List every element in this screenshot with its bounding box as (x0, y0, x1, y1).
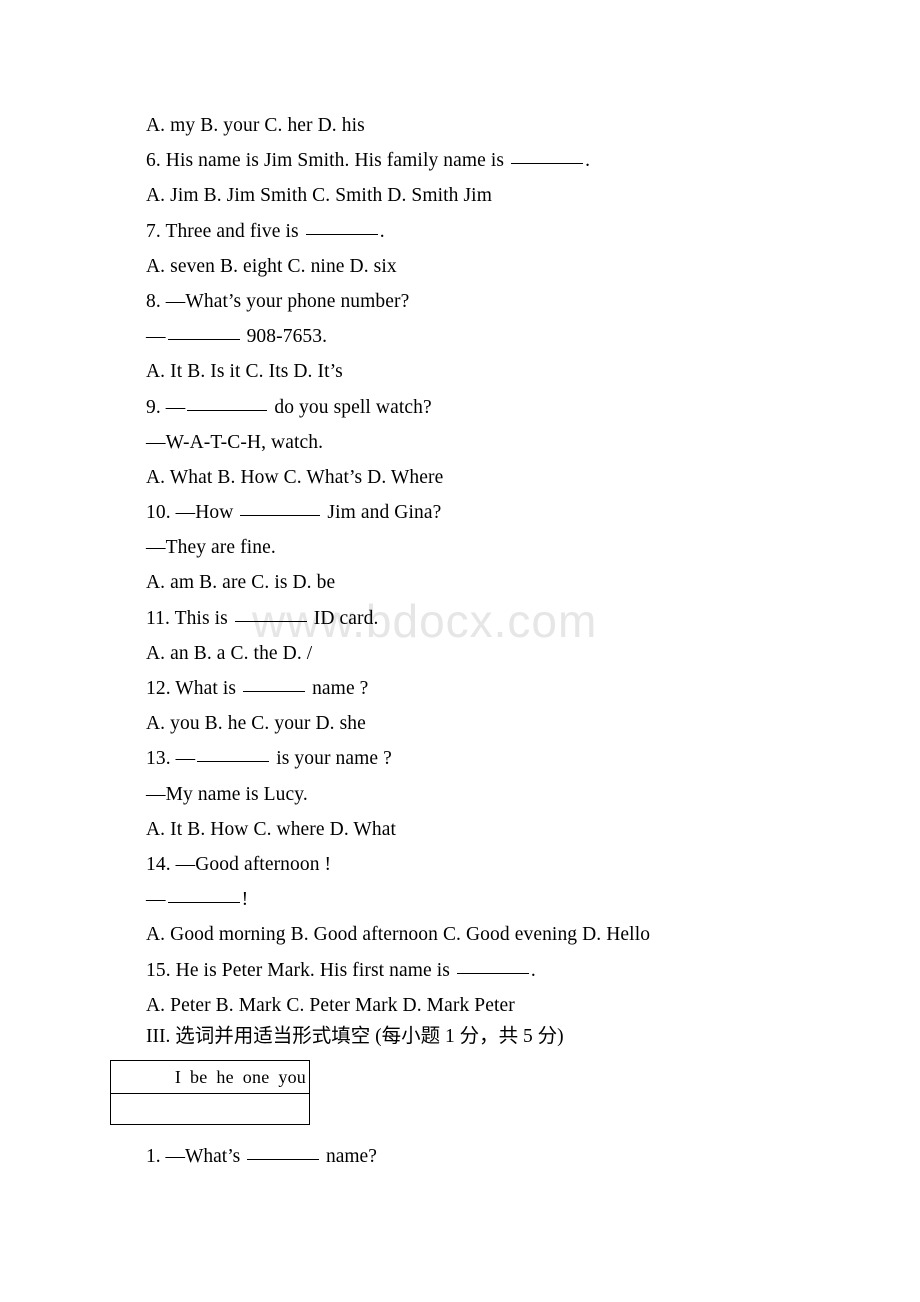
line-text: — (146, 326, 166, 348)
answer-blank (187, 409, 268, 411)
line-q13-stem: 13. — is your name ? (146, 741, 886, 776)
word-bank-word: I (174, 1066, 182, 1087)
line-q8-stem: 8. —What’s your phone number? (146, 290, 410, 312)
line-q8-options: A. It B. Is it C. Its D. It’s (146, 361, 343, 383)
answer-blank (167, 902, 240, 904)
line-q12-options: A. you B. he C. your D. she (146, 713, 366, 735)
answer-blank (247, 1159, 320, 1160)
line-q11-stem: 11. This is ID card. (146, 601, 886, 636)
line-text: 908-7653. (241, 326, 328, 348)
answer-blank (197, 761, 270, 763)
answer-blank (167, 339, 240, 341)
word-bank-word: one (242, 1066, 270, 1087)
line-q8-answer: — 908-7653. (146, 319, 886, 354)
line-text: . (379, 220, 385, 242)
fill-blank-question-1: 1. —What’s name? (146, 1141, 377, 1173)
line-q14-answer: —! (146, 882, 886, 917)
line-q10-answer: —They are fine. (146, 537, 276, 559)
line-text: 15. He is Peter Mark. His first name is (146, 959, 455, 981)
line-text: 6. His name is Jim Smith. His family nam… (146, 150, 510, 172)
line-text: 13. — (146, 748, 196, 770)
line-text: ID card. (308, 607, 379, 629)
answer-blank (240, 515, 321, 517)
line-q13-answer: —My name is Lucy. (146, 783, 308, 805)
line-q6-stem: 6. His name is Jim Smith. His family nam… (146, 143, 886, 178)
line-q15-options: A. Peter B. Mark C. Peter Mark D. Mark P… (146, 994, 515, 1016)
line-text: 7. Three and five is (146, 220, 304, 242)
line-text: . (585, 150, 591, 172)
line-text: ! (241, 889, 249, 911)
line-q15-stem: 15. He is Peter Mark. His first name is … (146, 953, 886, 988)
line-q7-stem: 7. Three and five is . (146, 214, 886, 249)
line-text: name? (321, 1146, 377, 1167)
line-q5-options: A. my B. your C. her D. his (146, 115, 365, 136)
line-text: is your name ? (271, 748, 392, 770)
line-text: do you spell watch? (269, 396, 432, 418)
line-q12-stem: 12. What is name ? (146, 671, 886, 706)
word-bank-words-cell: Ibe he one you (110, 1060, 310, 1094)
word-bank-row-empty (110, 1093, 310, 1125)
line-text: 12. What is (146, 678, 242, 699)
answer-blank (456, 972, 529, 974)
line-text: 9. — (146, 396, 186, 418)
section-heading-iii: III. 选词并用适当形式填空 (每小题 1 分，共 5 分) (146, 1026, 564, 1047)
word-bank-table: Ibe he one you (110, 1060, 310, 1125)
line-q14-stem: 14. —Good afternoon ! (146, 853, 332, 875)
line-text: 11. This is (146, 607, 233, 629)
line-q11-options: A. an B. a C. the D. / (146, 642, 313, 664)
line-q10-options: A. am B. are C. is D. be (146, 572, 336, 594)
line-q10-stem: 10. —How Jim and Gina? (146, 495, 886, 530)
question-list: A. my B. your C. her D. his 6. His name i… (146, 108, 886, 1023)
answer-blank (511, 163, 584, 165)
line-q7-options: A. seven B. eight C. nine D. six (146, 255, 397, 277)
word-bank-word: you (278, 1066, 306, 1087)
line-q13-options: A. It B. How C. where D. What (146, 818, 397, 840)
word-bank-word: he (216, 1066, 234, 1087)
line-text: Jim and Gina? (322, 502, 442, 524)
line-text: 1. —What’s (146, 1146, 246, 1167)
word-bank-row-words: Ibe he one you (110, 1060, 310, 1094)
document-page: A. my B. your C. her D. his 6. His name i… (0, 0, 920, 1302)
word-bank-empty-cell (110, 1093, 310, 1125)
answer-blank (305, 233, 378, 235)
line-q9-options: A. What B. How C. What’s D. Where (146, 466, 444, 488)
word-bank-word: be (190, 1066, 208, 1087)
line-text: name ? (307, 678, 369, 699)
line-text: — (146, 889, 166, 911)
answer-blank (234, 620, 307, 622)
line-q9-stem: 9. — do you spell watch? (146, 390, 886, 425)
line-q6-options: A. Jim B. Jim Smith C. Smith D. Smith Ji… (146, 185, 492, 207)
line-text: 10. —How (146, 502, 239, 524)
line-q9-answer: —W-A-T-C-H, watch. (146, 431, 324, 453)
answer-blank (243, 691, 306, 692)
line-q14-options: A. Good morning B. Good afternoon C. Goo… (146, 924, 651, 946)
line-text: . (530, 959, 536, 981)
